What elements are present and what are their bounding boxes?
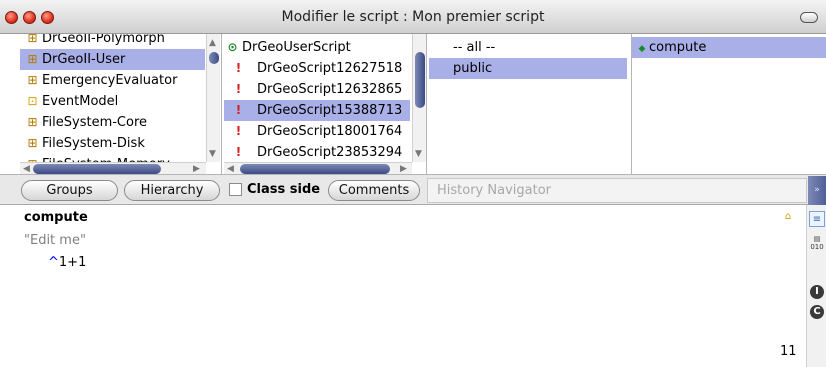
- package-icon: ⊞: [27, 34, 38, 45]
- method-body: ^1+1: [48, 255, 86, 270]
- scroll-left-icon[interactable]: ◀: [23, 164, 30, 174]
- package-folder-icon: ⊡: [27, 94, 38, 108]
- method-item[interactable]: ◆ compute: [632, 37, 826, 58]
- warning-icon: !: [235, 145, 242, 159]
- method-icon: ◆: [638, 44, 646, 54]
- scroll-thumb[interactable]: [415, 52, 425, 108]
- class-item[interactable]: ! DrGeoScript12632865: [224, 79, 410, 100]
- warning-icon: !: [235, 61, 242, 75]
- scroll-left-icon[interactable]: ◀: [227, 164, 234, 174]
- window-title: Modifier le script : Mon premier script: [281, 9, 545, 25]
- senders-icon[interactable]: C: [810, 305, 824, 319]
- class-side-checkbox[interactable]: [229, 183, 242, 196]
- package-item[interactable]: ⊞ FileSystem-Disk: [0, 133, 205, 154]
- scroll-thumb[interactable]: [240, 164, 390, 174]
- hierarchy-button[interactable]: Hierarchy: [124, 180, 220, 201]
- history-navigator-input[interactable]: History Navigator: [427, 178, 807, 203]
- scroll-right-icon[interactable]: ▶: [400, 164, 407, 174]
- bytecode-icon[interactable]: ▤ 010: [809, 235, 825, 251]
- package-item[interactable]: ⊞ DrGeoII-Polymorph: [0, 34, 205, 49]
- class-icon: ⊙: [227, 40, 238, 54]
- package-vertical-scrollbar[interactable]: ▲ ▼: [206, 34, 220, 162]
- class-item[interactable]: ! DrGeoScript12627518: [224, 58, 410, 79]
- class-item[interactable]: ! DrGeoScript23853294: [224, 142, 410, 163]
- class-list[interactable]: ⊙ DrGeoUserScript ! DrGeoScript12627518 ! D…: [222, 34, 427, 174]
- class-item[interactable]: ! DrGeoScript18001764: [224, 121, 410, 142]
- class-item[interactable]: ! DrGeoScript15388713: [224, 100, 410, 121]
- warning-icon: !: [235, 124, 242, 138]
- scroll-right-icon[interactable]: ▶: [193, 164, 200, 174]
- package-list[interactable]: ⊞ DrGeoII-Polymorph ⊞ DrGeoII-User ⊞ Emerge…: [0, 34, 222, 174]
- button-bar: Groups Hierarchy Class side Comments His…: [0, 174, 826, 205]
- scroll-down-icon[interactable]: ▼: [415, 149, 422, 159]
- package-item[interactable]: ⊡ EventModel: [0, 91, 205, 112]
- code-editor[interactable]: compute ⌂ "Edit me" ^1+1 11: [0, 205, 806, 367]
- method-list[interactable]: ◆ compute: [632, 34, 826, 174]
- class-vertical-scrollbar[interactable]: ▼: [412, 34, 426, 162]
- package-item[interactable]: ⊞ DrGeoII-User: [20, 49, 205, 70]
- method-list-icon[interactable]: ≡: [809, 211, 825, 227]
- scroll-thumb[interactable]: [209, 52, 219, 64]
- method-signature: compute: [24, 210, 88, 225]
- package-item[interactable]: ⊞ FileSystem-Core: [0, 112, 205, 133]
- editor-sidebar: ≡ ▤ 010 I C: [806, 205, 826, 367]
- scroll-up-icon[interactable]: ▲: [209, 38, 216, 48]
- class-horizontal-scrollbar[interactable]: ◀ ▶: [224, 162, 412, 174]
- scroll-thumb[interactable]: [33, 164, 161, 174]
- return-caret: ^: [48, 255, 59, 270]
- package-icon: ⊞: [27, 136, 38, 150]
- class-side-label: Class side: [247, 182, 321, 197]
- line-number: 11: [780, 344, 797, 359]
- package-item[interactable]: ⊞ EmergencyEvaluator: [0, 70, 205, 91]
- package-icon: ⊞: [27, 73, 38, 87]
- warning-icon: !: [235, 103, 242, 117]
- package-icon: ⊞: [27, 52, 38, 66]
- title-bar: Modifier le script : Mon premier script: [0, 0, 826, 34]
- comments-button[interactable]: Comments: [328, 180, 420, 201]
- history-navigator-icon[interactable]: »: [808, 176, 826, 205]
- scroll-down-icon[interactable]: ▼: [209, 149, 216, 159]
- package-icon: ⊞: [27, 115, 38, 129]
- package-horizontal-scrollbar[interactable]: ◀ ▶: [20, 162, 206, 174]
- lock-icon[interactable]: ⌂: [781, 211, 795, 223]
- groups-button[interactable]: Groups: [21, 180, 118, 201]
- class-item[interactable]: ⊙ DrGeoUserScript: [224, 37, 410, 58]
- protocol-item[interactable]: -- all --: [429, 37, 627, 58]
- protocol-list[interactable]: -- all -- public: [427, 34, 632, 174]
- method-comment: "Edit me": [24, 233, 86, 248]
- collapse-window-icon[interactable]: [800, 12, 818, 23]
- code-expression: 1+1: [58, 255, 87, 270]
- warning-icon: !: [235, 82, 242, 96]
- protocol-item[interactable]: public: [429, 58, 627, 79]
- implementors-icon[interactable]: I: [810, 285, 824, 299]
